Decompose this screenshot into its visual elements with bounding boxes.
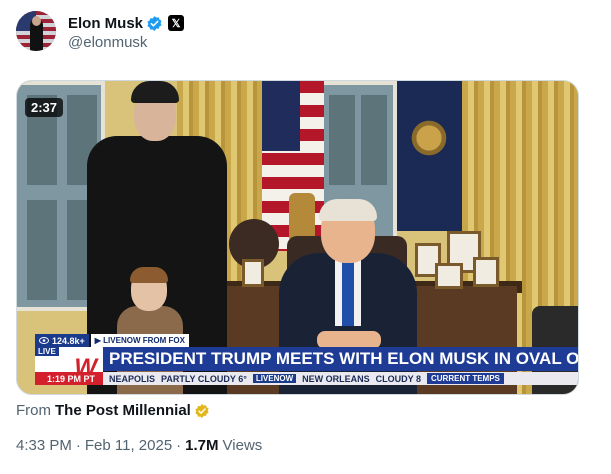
separator: ·	[75, 437, 81, 454]
video-duration: 2:37	[25, 98, 64, 117]
eye-icon	[39, 337, 49, 344]
avatar[interactable]	[16, 11, 56, 51]
broadcast-time: 1:19 PM PT	[35, 372, 103, 385]
tweet-header: Elon Musk 𝕏 @elonmusk	[16, 11, 185, 55]
live-views-count: 124.8k+	[52, 335, 85, 346]
livenow-source-tag: ▶ LIVENOW FROM FOX	[90, 334, 189, 347]
video-source: From The Post Millennial	[16, 402, 210, 419]
weather-condition: CLOUDY 8	[375, 373, 421, 384]
weather-condition: PARTLY CLOUDY 6°	[161, 373, 247, 384]
source-prefix: From	[16, 402, 51, 419]
x-logo-icon: 𝕏	[168, 15, 185, 31]
author-display-name[interactable]: Elon Musk	[68, 15, 143, 32]
separator: ·	[176, 437, 182, 454]
news-lower-third: 124.8k+ ▶ LIVENOW FROM FOX LIVE W PRESID…	[17, 334, 578, 394]
video-player[interactable]: 124.8k+ ▶ LIVENOW FROM FOX LIVE W PRESID…	[16, 80, 579, 395]
livenow-logo: LIVENOW	[252, 374, 297, 383]
news-headline: PRESIDENT TRUMP MEETS WITH ELON MUSK IN …	[103, 347, 578, 371]
current-temps-label: CURRENT TEMPS	[427, 373, 504, 384]
verified-badge-icon[interactable]	[146, 15, 163, 32]
weather-city: NEW ORLEANS	[302, 373, 370, 384]
live-views-pill: 124.8k+	[35, 334, 89, 347]
author-names: Elon Musk 𝕏 @elonmusk	[68, 13, 185, 51]
weather-ticker: NEAPOLIS PARTLY CLOUDY 6° LIVENOW NEW OR…	[103, 372, 578, 385]
gold-verified-badge-icon	[195, 403, 209, 418]
views-label: Views	[222, 437, 263, 454]
post-date[interactable]: Feb 11, 2025	[85, 437, 172, 454]
views-count[interactable]: 1.7M	[185, 437, 218, 454]
source-name[interactable]: The Post Millennial	[55, 402, 191, 419]
author-handle[interactable]: @elonmusk	[68, 34, 184, 51]
tweet-metadata: 4:33 PM · Feb 11, 2025 · 1.7M Views	[16, 437, 262, 454]
weather-city: NEAPOLIS	[109, 373, 156, 384]
live-label: LIVE	[35, 347, 59, 356]
post-time[interactable]: 4:33 PM	[16, 437, 72, 454]
